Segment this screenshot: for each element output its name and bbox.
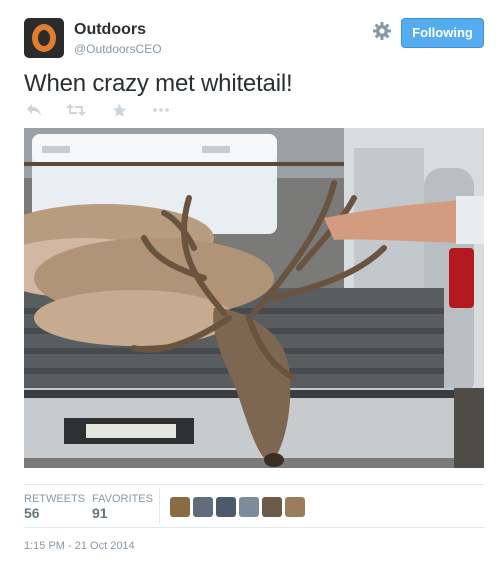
tweet-text: When crazy met whitetail!	[24, 70, 293, 97]
favorite-icon[interactable]	[112, 103, 127, 118]
favoriter-avatar[interactable]	[285, 497, 305, 517]
profile-handle[interactable]: @OutdoorsCEO	[74, 42, 162, 56]
favoriter-avatar[interactable]	[170, 497, 190, 517]
favoriter-avatar[interactable]	[216, 497, 236, 517]
favoriter-avatar[interactable]	[262, 497, 282, 517]
favoriter-avatar[interactable]	[193, 497, 213, 517]
retweets-count[interactable]: 56	[24, 505, 40, 521]
stats-divider-bottom	[24, 527, 484, 528]
profile-avatar[interactable]	[24, 18, 64, 58]
gear-icon[interactable]	[372, 21, 392, 41]
retweet-icon[interactable]	[66, 103, 86, 117]
deer-truck-photo	[24, 128, 484, 468]
stats-separator	[159, 488, 160, 524]
reply-icon[interactable]	[26, 103, 42, 117]
favorites-label: FAVORITES	[92, 493, 153, 505]
tweet-timestamp[interactable]: 1:15 PM - 21 Oct 2014	[24, 540, 135, 552]
avatar-logo-hole	[38, 30, 50, 46]
profile-name[interactable]: Outdoors	[74, 21, 146, 39]
more-icon[interactable]	[152, 103, 170, 117]
tweet-photo[interactable]	[24, 128, 484, 468]
favoriter-avatar[interactable]	[239, 497, 259, 517]
stats-divider-top	[24, 484, 484, 485]
following-button[interactable]: Following	[401, 18, 484, 48]
retweets-label: RETWEETS	[24, 493, 86, 505]
favorites-count[interactable]: 91	[92, 505, 108, 521]
